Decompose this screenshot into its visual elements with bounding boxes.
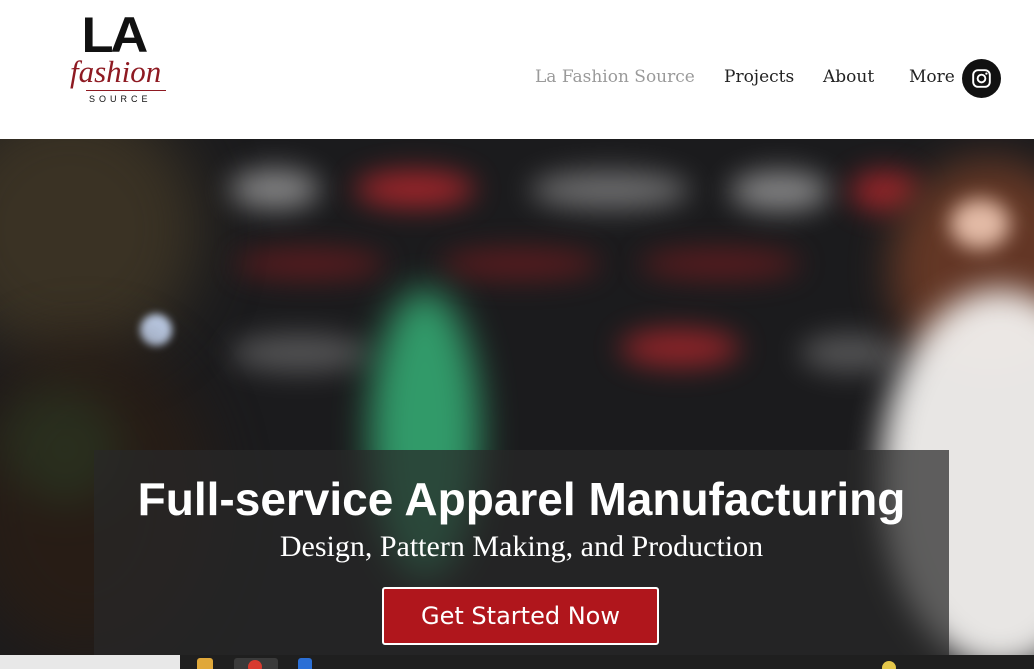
get-started-button[interactable]: Get Started Now [382, 587, 659, 645]
logo-fashion-text: fashion [70, 54, 162, 89]
notification-icon[interactable] [882, 661, 896, 669]
hero-section: Full-service Apparel Manufacturing Desig… [0, 139, 1034, 655]
nav-item-more[interactable]: More [909, 67, 955, 87]
hero-subtitle: Design, Pattern Making, and Production [279, 530, 764, 563]
logo-source-text: SOURCE [89, 94, 152, 104]
taskbar [0, 655, 1034, 669]
nav-item-la-fashion-source[interactable]: La Fashion Source [535, 67, 695, 87]
site-logo[interactable]: LA fashion SOURCE [66, 10, 176, 106]
instagram-icon [972, 69, 991, 88]
instagram-link[interactable] [962, 59, 1001, 98]
logo-divider [86, 90, 166, 91]
nav-item-projects[interactable]: Projects [724, 67, 794, 87]
taskbar-start-area[interactable] [0, 655, 180, 669]
hero-title: Full-service Apparel Manufacturing [137, 473, 906, 525]
site-header: LA fashion SOURCE La Fashion Source Proj… [0, 0, 1034, 139]
nav-item-about[interactable]: About [823, 67, 874, 87]
hero-text-panel: Full-service Apparel Manufacturing Desig… [94, 450, 949, 655]
chrome-icon [248, 660, 262, 669]
word-icon[interactable] [298, 658, 312, 669]
file-explorer-icon[interactable] [197, 658, 213, 669]
logo-la-text: LA [81, 7, 148, 63]
